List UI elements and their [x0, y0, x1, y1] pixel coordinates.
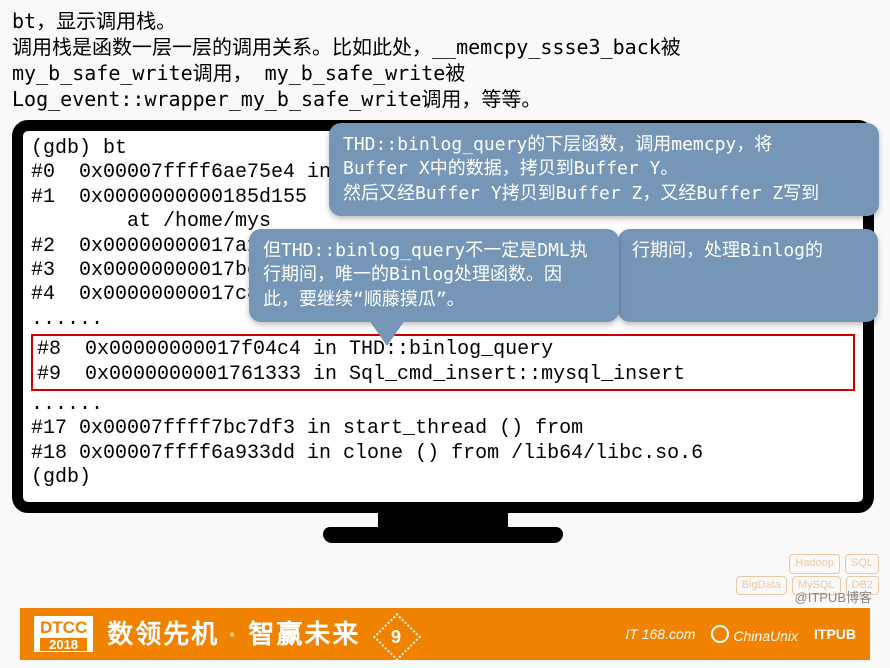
footer-bar: DTCC 2018 数领先机 · 智赢未来 9 IT 168.com China… — [20, 608, 870, 660]
intro-text: bt，显示调用栈。 调用栈是函数一层一层的调用关系。比如此处，__memcpy_… — [0, 0, 890, 116]
code-dots: ...... — [31, 393, 855, 417]
terminal-screen: (gdb) bt #0 0x00007ffff6ae75e4 in #1 0x0… — [12, 120, 874, 513]
code-line: #8 0x00000000017f04c4 in THD::binlog_que… — [37, 338, 849, 362]
monitor-neck — [378, 513, 508, 527]
slogan-part: 数领先机 — [107, 619, 219, 649]
callout-line: 此，要继续“顺藤摸瓜”。 — [263, 288, 605, 312]
code-line: (gdb) — [31, 466, 855, 490]
callout-line: 然后又经Buffer Y拷贝到Buffer Z，又经Buffer Z写到 — [343, 182, 865, 206]
monitor-base — [323, 527, 563, 543]
dtcc-logo: DTCC 2018 — [34, 616, 93, 652]
code-line: #18 0x00007ffff6a933dd in clone () from … — [31, 442, 855, 466]
hex-tag: SQL — [845, 554, 879, 573]
hex-tag: Hadoop — [789, 554, 840, 573]
dtcc-year: 2018 — [40, 638, 87, 651]
watermark: @ITPUB博客 — [795, 587, 872, 606]
callout-tail-icon — [369, 320, 405, 346]
sponsor: IT 168.com — [625, 626, 695, 642]
callout-memcpy: THD::binlog_query的下层函数，调用memcpy，将 Buffer… — [329, 123, 879, 216]
intro-line: Log_event::wrapper_my_b_safe_write调用，等等。 — [12, 86, 878, 112]
callout-line: 行期间，处理Binlog的 — [632, 239, 864, 263]
sponsors: IT 168.com ChinaUnix ITPUB — [625, 625, 856, 644]
sponsor: ChinaUnix — [711, 625, 798, 644]
sponsor: ITPUB — [814, 626, 856, 642]
callout-dml: 但THD::binlog_query不一定是DML执 行期间，唯一的Binlog… — [249, 229, 619, 322]
callout-line: THD::binlog_query的下层函数，调用memcpy，将 — [343, 133, 865, 157]
callout-line: 行期间，唯一的Binlog处理函数。因 — [263, 263, 605, 287]
callout-right-fragment: 行期间，处理Binlog的 — [618, 229, 878, 322]
highlighted-frames: #8 0x00000000017f04c4 in THD::binlog_que… — [31, 334, 855, 391]
code-line: #9 0x0000000001761333 in Sql_cmd_insert:… — [37, 363, 849, 387]
slogan: 数领先机 · 智赢未来 9 — [107, 614, 413, 653]
slogan-part: 智赢未来 — [248, 619, 360, 649]
intro-line: my_b_safe_write调用， my_b_safe_write被 — [12, 60, 878, 86]
callout-line: Buffer X中的数据，拷贝到Buffer Y。 — [343, 157, 865, 181]
code-line: #17 0x00007ffff7bc7df3 in start_thread (… — [31, 417, 855, 441]
hex-tag: BigData — [736, 576, 787, 595]
intro-line: 调用栈是函数一层一层的调用关系。比如此处，__memcpy_ssse3_back… — [12, 34, 878, 60]
callout-line: 但THD::binlog_query不一定是DML执 — [263, 239, 605, 263]
monitor: (gdb) bt #0 0x00007ffff6ae75e4 in #1 0x0… — [12, 120, 874, 543]
intro-line: bt，显示调用栈。 — [12, 8, 878, 34]
edition-badge: 9 — [373, 613, 421, 661]
dtcc-text: DTCC — [40, 618, 87, 637]
